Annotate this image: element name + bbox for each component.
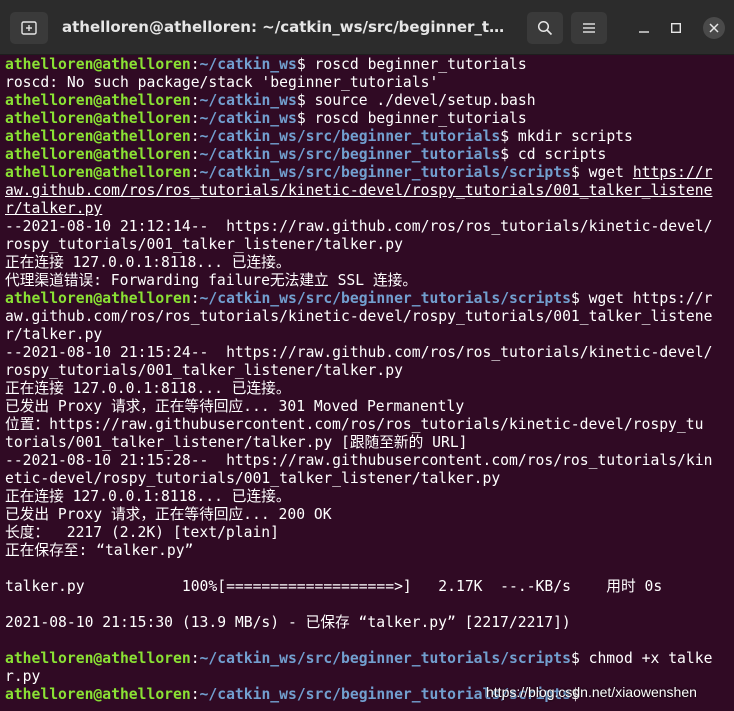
prompt-symbol: $ xyxy=(296,56,315,73)
terminal-line: 正在连接 127.0.0.1:8118... 已连接。 xyxy=(5,254,291,271)
prompt-user: athelloren@athelloren xyxy=(5,164,191,181)
terminal-line: athelloren@athelloren:~/catkin_ws/src/be… xyxy=(5,146,729,164)
command-text: roscd beginner_tutorials xyxy=(314,110,527,127)
progress-line: talker.py 100%[===================>] 2.1… xyxy=(5,578,663,595)
terminal-line: 已发出 Proxy 请求，正在等待回应... 200 OK xyxy=(5,506,332,523)
prompt-path: ~/catkin_ws/src/beginner_tutorials/scrip… xyxy=(199,290,571,307)
prompt-user: athelloren@athelloren xyxy=(5,686,191,703)
prompt-symbol: $ xyxy=(570,290,589,307)
command-text: wget https://r xyxy=(588,290,713,307)
terminal-line: athelloren@athelloren:~/catkin_ws$ roscd… xyxy=(5,56,729,74)
url-link[interactable]: r/talker.py xyxy=(5,200,102,217)
prompt-path: ~/catkin_ws xyxy=(199,110,297,127)
terminal-line: 代理渠道错误: Forwarding failure无法建立 SSL 连接。 xyxy=(5,272,418,289)
prompt-sep: : xyxy=(190,290,200,307)
prompt-user: athelloren@athelloren xyxy=(5,290,191,307)
prompt-sep: : xyxy=(190,56,200,73)
title-bar: athelloren@athelloren: ~/catkin_ws/src/b… xyxy=(0,0,734,55)
terminal-window: athelloren@athelloren: ~/catkin_ws/src/b… xyxy=(0,0,734,711)
watermark: https://blog.csdn.net/xiaowenshen xyxy=(486,684,697,700)
terminal-line: --2021-08-10 21:15:28-- https://raw.gith… xyxy=(5,452,713,469)
prompt-symbol: $ xyxy=(296,110,315,127)
command-text: cd scripts xyxy=(517,146,607,163)
command-text: roscd beginner_tutorials xyxy=(314,56,527,73)
terminal-line: athelloren@athelloren:~/catkin_ws/src/be… xyxy=(5,128,729,146)
terminal-line: torials/001_talker_listener/talker.py [跟… xyxy=(5,434,468,451)
new-tab-button[interactable] xyxy=(10,12,48,44)
prompt-path: ~/catkin_ws/src/beginner_tutorials/scrip… xyxy=(199,650,571,667)
search-button[interactable] xyxy=(527,12,563,44)
prompt-sep: : xyxy=(190,686,200,703)
terminal-line: 正在连接 127.0.0.1:8118... 已连接。 xyxy=(5,488,291,505)
maximize-icon xyxy=(671,23,681,33)
search-icon xyxy=(537,20,553,36)
terminal-line: 已发出 Proxy 请求，正在等待回应... 301 Moved Permane… xyxy=(5,398,465,415)
terminal-line: r/talker.py xyxy=(5,326,103,343)
minimize-button[interactable] xyxy=(633,17,655,39)
terminal-line: athelloren@athelloren:~/catkin_ws$ roscd… xyxy=(5,110,729,128)
terminal-line: 2021-08-10 21:15:30 (13.9 MB/s) - 已保存 “t… xyxy=(5,614,571,631)
prompt-symbol: $ xyxy=(296,92,315,109)
terminal-line: athelloren@athelloren:~/catkin_ws/src/be… xyxy=(5,164,729,182)
prompt-user: athelloren@athelloren xyxy=(5,110,191,127)
terminal-line: athelloren@athelloren:~/catkin_ws/src/be… xyxy=(5,650,729,668)
command-text: chmod +x talke xyxy=(588,650,713,667)
prompt-path: ~/catkin_ws/src/beginner_tutorials xyxy=(199,128,501,145)
prompt-path: ~/catkin_ws/src/beginner_tutorials/scrip… xyxy=(199,164,571,181)
prompt-user: athelloren@athelloren xyxy=(5,146,191,163)
command-text: wget xyxy=(588,164,633,181)
prompt-path: ~/catkin_ws xyxy=(199,56,297,73)
prompt-path: ~/catkin_ws/src/beginner_tutorials xyxy=(199,146,501,163)
terminal-line: r/talker.py xyxy=(5,200,729,218)
terminal-line: aw.github.com/ros/ros_tutorials/kinetic-… xyxy=(5,182,729,200)
prompt-symbol: $ xyxy=(570,650,589,667)
terminal-line: athelloren@athelloren:~/catkin_ws/src/be… xyxy=(5,290,729,308)
terminal-line: roscd: No such package/stack 'beginner_t… xyxy=(5,74,439,91)
prompt-sep: : xyxy=(190,110,200,127)
terminal-line: 位置：https://raw.githubusercontent.com/ros… xyxy=(5,416,704,433)
terminal-line: rospy_tutorials/001_talker_listener/talk… xyxy=(5,236,403,253)
menu-button[interactable] xyxy=(571,12,607,44)
new-tab-icon xyxy=(21,21,37,35)
terminal-line: etic-devel/rospy_tutorials/001_talker_li… xyxy=(5,470,501,487)
window-title: athelloren@athelloren: ~/catkin_ws/src/b… xyxy=(62,18,514,36)
terminal-line: aw.github.com/ros/ros_tutorials/kinetic-… xyxy=(5,308,713,325)
close-icon xyxy=(709,23,719,33)
terminal-line: 正在连接 127.0.0.1:8118... 已连接。 xyxy=(5,380,291,397)
prompt-symbol: $ xyxy=(570,164,589,181)
terminal-line: 长度： 2217 (2.2K) [text/plain] xyxy=(5,524,279,541)
terminal-line: --2021-08-10 21:15:24-- https://raw.gith… xyxy=(5,344,713,361)
terminal-line: --2021-08-10 21:12:14-- https://raw.gith… xyxy=(5,218,713,235)
maximize-button[interactable] xyxy=(665,17,687,39)
close-button[interactable] xyxy=(703,17,725,39)
prompt-sep: : xyxy=(190,164,200,181)
url-link[interactable]: aw.github.com/ros/ros_tutorials/kinetic-… xyxy=(5,182,712,199)
terminal-line: 正在保存至: “talker.py” xyxy=(5,542,194,559)
terminal-output[interactable]: athelloren@athelloren:~/catkin_ws$ roscd… xyxy=(5,56,729,704)
prompt-user: athelloren@athelloren xyxy=(5,650,191,667)
url-link[interactable]: https://r xyxy=(633,164,713,181)
prompt-sep: : xyxy=(190,92,200,109)
prompt-sep: : xyxy=(190,128,200,145)
prompt-sep: : xyxy=(190,650,200,667)
prompt-user: athelloren@athelloren xyxy=(5,128,191,145)
prompt-user: athelloren@athelloren xyxy=(5,92,191,109)
command-text: source ./devel/setup.bash xyxy=(314,92,536,109)
prompt-user: athelloren@athelloren xyxy=(5,56,191,73)
terminal-line: athelloren@athelloren:~/catkin_ws$ sourc… xyxy=(5,92,729,110)
prompt-sep: : xyxy=(190,146,200,163)
prompt-symbol: $ xyxy=(500,146,518,163)
prompt-path: ~/catkin_ws xyxy=(199,92,297,109)
hamburger-menu-icon xyxy=(583,23,595,33)
minimize-icon xyxy=(639,31,649,33)
command-text: mkdir scripts xyxy=(517,128,633,145)
prompt-symbol: $ xyxy=(500,128,518,145)
terminal-line: rospy_tutorials/001_talker_listener/talk… xyxy=(5,362,403,379)
